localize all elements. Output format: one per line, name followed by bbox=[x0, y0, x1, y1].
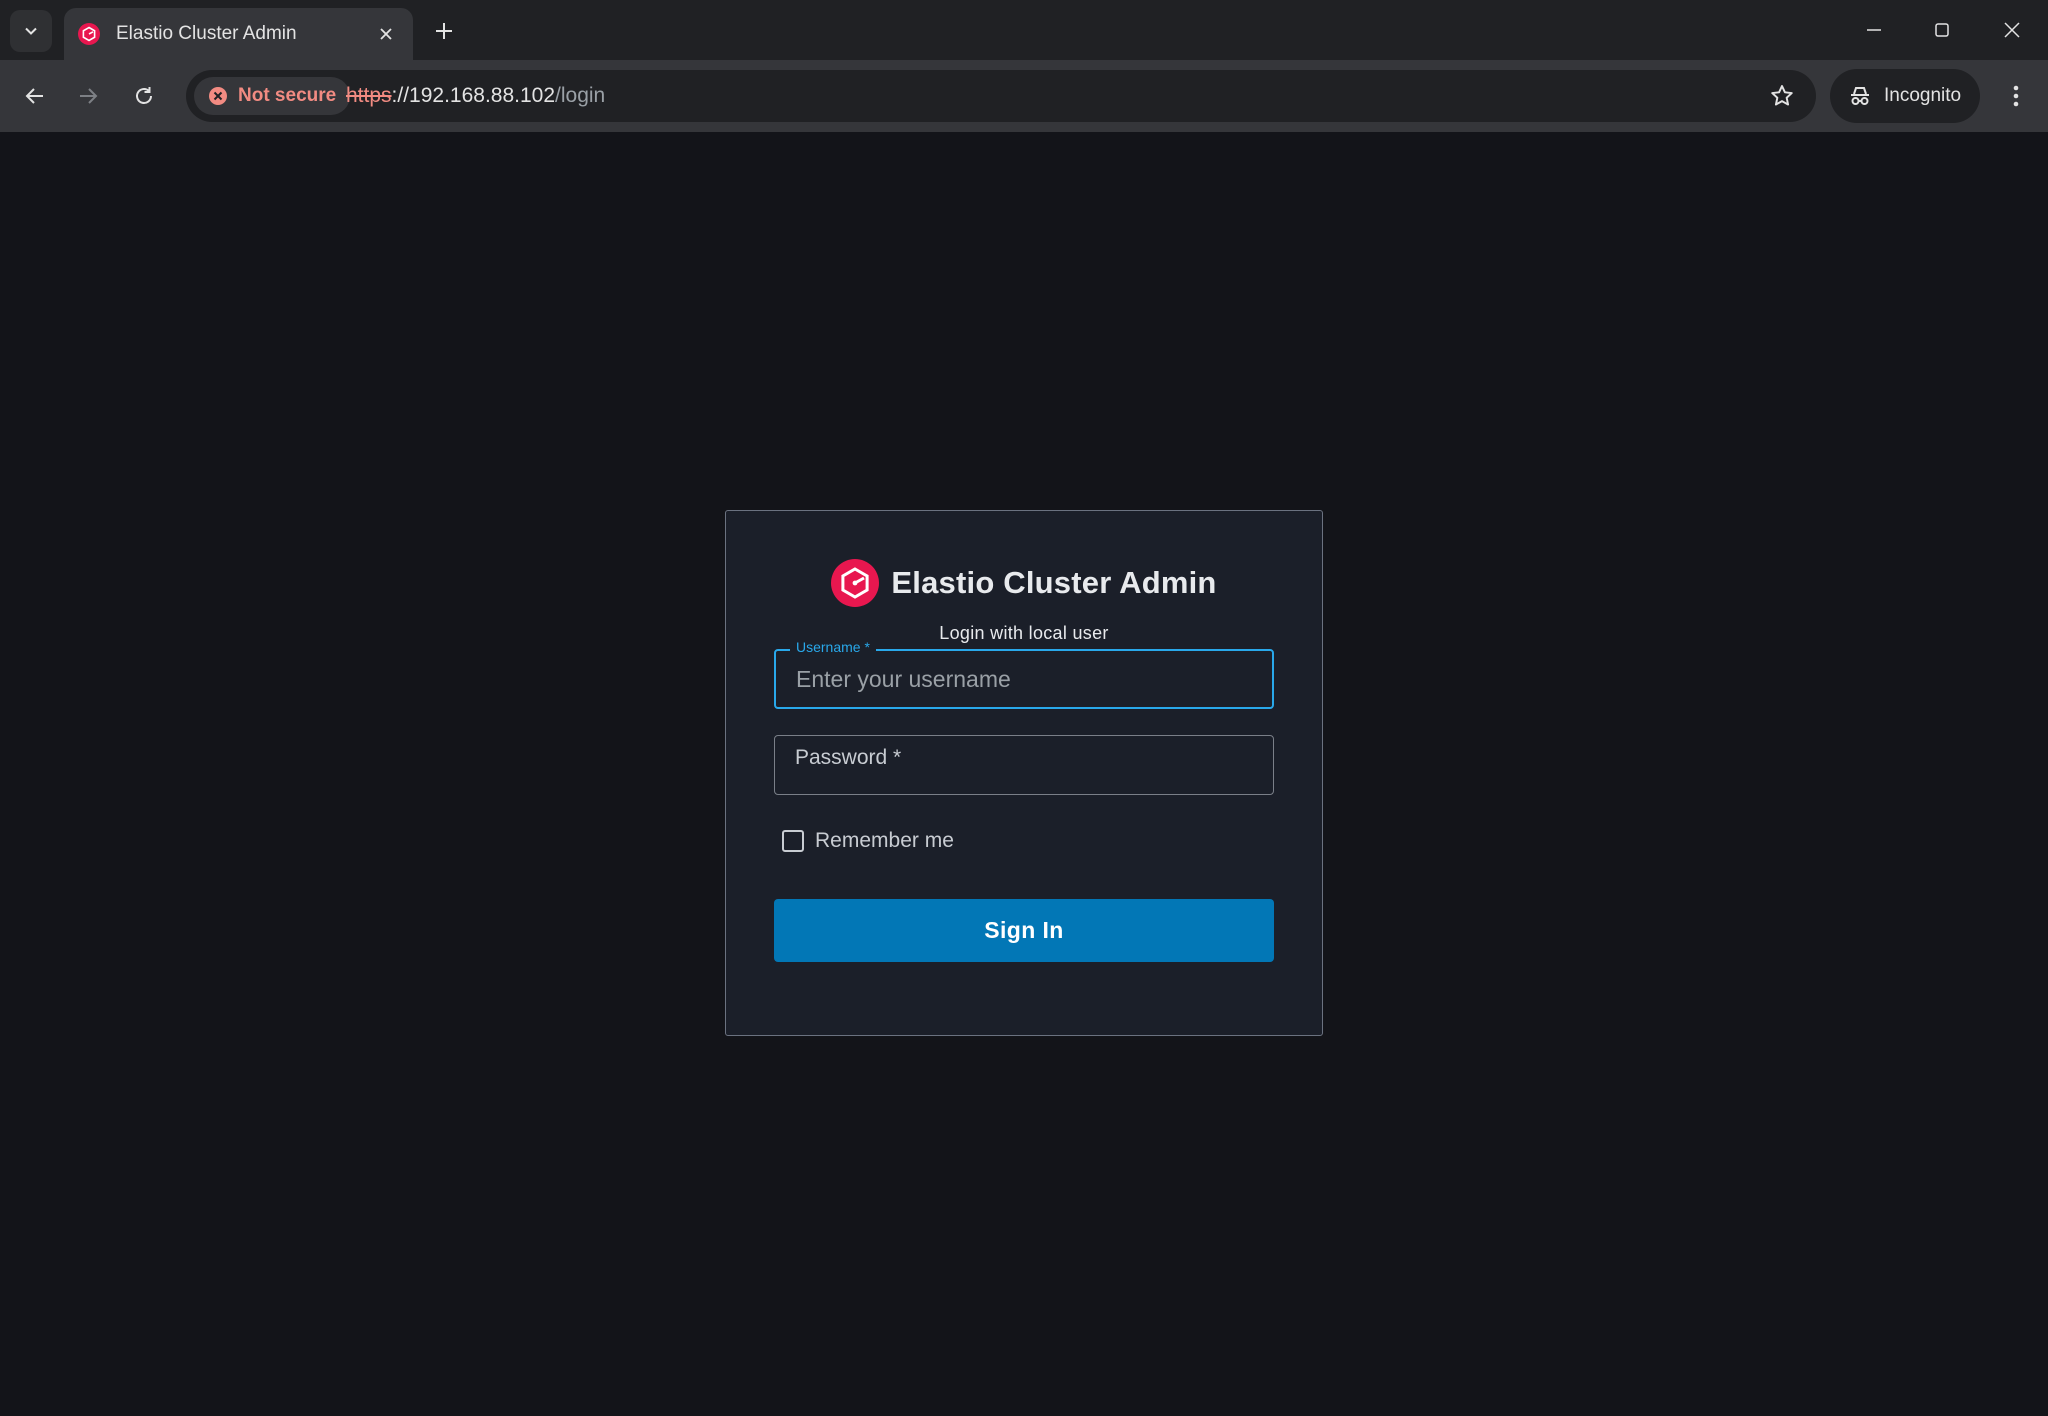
username-field[interactable]: Username * bbox=[774, 639, 1274, 709]
elastio-logo-icon bbox=[78, 23, 100, 45]
arrow-right-icon bbox=[80, 88, 98, 104]
incognito-label: Incognito bbox=[1884, 85, 1962, 106]
warning-circle-icon bbox=[209, 87, 227, 105]
remember-me[interactable]: Remember me bbox=[782, 829, 954, 853]
username-label: Username * bbox=[790, 639, 876, 655]
browser-titlebar: Elastio Cluster Admin bbox=[0, 0, 2048, 60]
maximize-button[interactable] bbox=[1918, 10, 1966, 50]
tab-title: Elastio Cluster Admin bbox=[116, 23, 297, 44]
maximize-icon bbox=[1935, 23, 1949, 37]
incognito-icon bbox=[1851, 87, 1869, 105]
chevron-down-icon bbox=[25, 27, 37, 35]
close-icon bbox=[2004, 22, 2020, 38]
login-card: Elastio Cluster Admin Login with local u… bbox=[725, 510, 1323, 1036]
reload-icon bbox=[136, 87, 152, 104]
close-window-button[interactable] bbox=[1988, 10, 2036, 50]
arrow-left-icon bbox=[25, 88, 43, 104]
username-input[interactable] bbox=[776, 651, 1272, 707]
sign-in-button[interactable]: Sign In bbox=[774, 899, 1274, 962]
browser-toolbar: Not secure https://192.168.88.102/login … bbox=[0, 60, 2048, 132]
new-tab-button[interactable] bbox=[427, 14, 461, 48]
url-text[interactable]: https://192.168.88.102/login bbox=[346, 84, 605, 108]
elastio-logo-icon bbox=[831, 559, 880, 607]
reload-button[interactable] bbox=[124, 76, 164, 116]
browser-menu-button[interactable] bbox=[1996, 76, 2036, 116]
sign-in-label: Sign In bbox=[984, 917, 1064, 943]
bookmark-button[interactable] bbox=[1768, 82, 1796, 110]
minimize-icon bbox=[1867, 29, 1881, 31]
plus-icon bbox=[436, 23, 452, 39]
minimize-button[interactable] bbox=[1850, 10, 1898, 50]
remember-checkbox[interactable] bbox=[782, 830, 804, 852]
password-field[interactable]: Password * bbox=[774, 735, 1274, 795]
security-chip[interactable]: Not secure bbox=[194, 77, 351, 115]
star-icon bbox=[1771, 85, 1793, 106]
browser-tab-active[interactable]: Elastio Cluster Admin bbox=[64, 8, 413, 60]
page-content: Elastio Cluster Admin Login with local u… bbox=[0, 132, 2048, 1416]
remember-label: Remember me bbox=[815, 829, 954, 852]
url-path: /login bbox=[555, 84, 606, 107]
address-bar[interactable]: Not secure https://192.168.88.102/login bbox=[186, 70, 1816, 122]
security-label: Not secure bbox=[238, 85, 337, 106]
tab-search-button[interactable] bbox=[10, 10, 52, 52]
close-icon bbox=[380, 28, 392, 40]
url-scheme: https bbox=[346, 84, 392, 107]
tab-close-button[interactable] bbox=[373, 21, 399, 47]
forward-button[interactable] bbox=[68, 76, 108, 116]
kebab-menu-icon bbox=[2013, 85, 2019, 107]
incognito-indicator[interactable]: Incognito bbox=[1830, 69, 1980, 123]
password-label: Password * bbox=[795, 746, 902, 769]
brand-header: Elastio Cluster Admin bbox=[726, 559, 1322, 607]
back-button[interactable] bbox=[15, 76, 55, 116]
app-title: Elastio Cluster Admin bbox=[891, 565, 1217, 600]
url-host: ://192.168.88.102 bbox=[391, 84, 556, 107]
